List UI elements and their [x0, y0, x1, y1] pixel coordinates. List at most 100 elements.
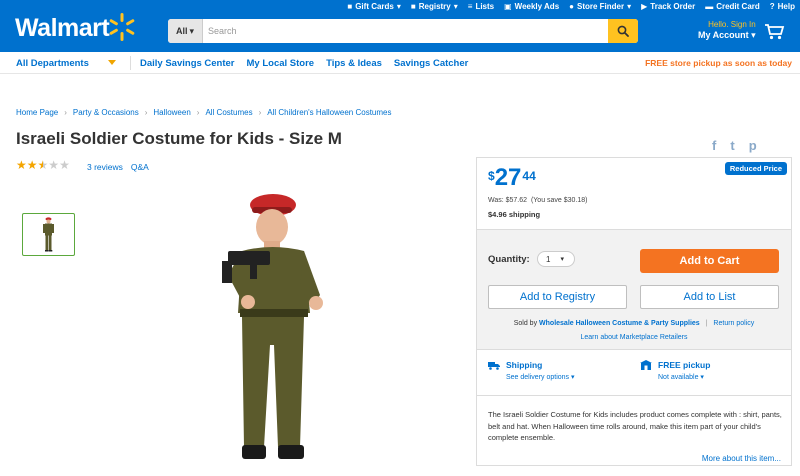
divider: | [705, 320, 708, 327]
registry-link[interactable]: ■ Registry ▾ [406, 0, 463, 12]
breadcrumb-separator: › [258, 108, 262, 117]
marketplace-link[interactable]: Learn about Marketplace Retailers [477, 334, 791, 341]
track-order-icon: ▶ [641, 1, 648, 11]
twitter-icon[interactable]: t [730, 138, 734, 153]
soldier-costume-product-image[interactable] [200, 185, 340, 465]
quantity-value: 1 [546, 254, 551, 264]
was-price-label: Was: $57.62 [488, 197, 528, 204]
account-menu[interactable]: Hello. Sign In My Account ▾ [698, 20, 756, 40]
account-label: My Account [698, 29, 749, 40]
caret-down-icon: ▾ [453, 1, 458, 11]
registry-icon: ■ [410, 1, 416, 11]
caret-down-icon: ▾ [698, 374, 704, 381]
walmart-logo[interactable]: Walmart [15, 14, 110, 43]
all-departments-menu[interactable]: All Departments [16, 58, 89, 69]
savings-catcher-link[interactable]: Savings Catcher [394, 58, 468, 69]
my-local-store-link[interactable]: My Local Store [247, 58, 315, 69]
search-button[interactable] [608, 19, 638, 43]
savings-label: (You save $30.18) [530, 197, 588, 204]
help-label: Help [777, 1, 795, 11]
search-input[interactable] [208, 19, 608, 43]
price-currency: $ [488, 169, 495, 183]
delivery-options-link[interactable]: See delivery options ▾ [506, 373, 575, 381]
help-icon: ? [769, 1, 775, 11]
reviews-link[interactable]: 3 reviews [87, 162, 123, 172]
sold-by: Sold by Wholesale Halloween Costume & Pa… [477, 320, 791, 327]
account-greeting: Hello. Sign In [708, 20, 756, 29]
add-to-cart-button[interactable]: Add to Cart [640, 249, 779, 273]
breadcrumb-halloween[interactable]: Halloween [153, 108, 190, 117]
reviews-links: 3 reviews Q&A [87, 162, 149, 172]
track-order-link[interactable]: ▶ Track Order [636, 0, 700, 12]
list-icon: ≡ [467, 1, 473, 11]
add-to-list-button[interactable]: Add to List [640, 285, 779, 309]
registry-label: Registry [418, 1, 451, 11]
breadcrumb-all-costumes[interactable]: All Costumes [205, 108, 252, 117]
help-link[interactable]: ? Help [765, 0, 800, 12]
seller-link[interactable]: Wholesale Halloween Costume & Party Supp… [539, 320, 700, 327]
product-description: The Israeli Soldier Costume for Kids inc… [477, 395, 791, 465]
track-order-label: Track Order [650, 1, 696, 11]
spark-logo-icon[interactable] [107, 12, 137, 42]
weekly-ads-label: Weekly Ads [514, 1, 560, 11]
star-half-icon: ★ [37, 158, 49, 172]
delivery-options-label: See delivery options [506, 374, 570, 381]
caret-down-icon: ▾ [189, 25, 195, 36]
star-full-icon: ★ [26, 158, 38, 172]
gift-card-icon: ■ [347, 1, 353, 11]
weekly-ads-icon: ▣ [504, 1, 512, 11]
pickup-option: FREE pickup Not available ▾ [640, 360, 710, 381]
credit-card-label: Credit Card [716, 1, 760, 11]
star-empty-icon: ★ [59, 158, 70, 172]
daily-savings-link[interactable]: Daily Savings Center [140, 58, 235, 69]
store-finder-label: Store Finder [576, 1, 625, 11]
add-to-registry-button[interactable]: Add to Registry [488, 285, 627, 309]
credit-card-icon: ▬ [705, 1, 714, 11]
return-policy-link[interactable]: Return policy [713, 320, 754, 327]
cart-icon[interactable] [765, 24, 785, 40]
search-icon [617, 25, 629, 37]
nav-links: Daily Savings Center My Local Store Tips… [140, 58, 468, 69]
search-department-label: All [175, 26, 188, 36]
pickup-availability-link[interactable]: Not available ▾ [658, 373, 710, 381]
breadcrumb-home[interactable]: Home Page [16, 108, 58, 117]
quantity-label: Quantity: [488, 254, 530, 265]
shipping-option: Shipping See delivery options ▾ [488, 360, 575, 381]
quantity-select[interactable]: 1 ▾ [537, 251, 575, 267]
caret-down-icon[interactable] [108, 60, 116, 65]
breadcrumb-children-costumes[interactable]: All Children's Halloween Costumes [267, 108, 391, 117]
purchase-panel: Quantity: 1 ▾ Add to Cart Add to Registr… [477, 229, 791, 350]
divider [130, 56, 131, 70]
description-text: The Israeli Soldier Costume for Kids inc… [488, 410, 782, 443]
breadcrumb: Home Page › Party & Occasions › Halloween ›… [16, 108, 391, 117]
share-links: f t p [712, 138, 757, 153]
buy-box: Reduced Price $ 27 44 Was: $57.62 (You s… [476, 157, 792, 466]
lists-link[interactable]: ≡ Lists [463, 0, 499, 12]
reduced-price-badge: Reduced Price [724, 162, 787, 175]
pickup-availability-label: Not available [658, 374, 699, 381]
pickup-promo-link[interactable]: FREE store pickup as soon as today [645, 58, 792, 68]
tips-ideas-link[interactable]: Tips & Ideas [326, 58, 382, 69]
soldier-costume-thumbnail-image [43, 217, 54, 252]
credit-card-link[interactable]: ▬ Credit Card [700, 0, 765, 12]
gift-cards-link[interactable]: ■ Gift Cards ▾ [342, 0, 406, 12]
breadcrumb-separator: › [196, 108, 200, 117]
product-price: $ 27 44 [488, 166, 536, 190]
breadcrumb-separator: › [64, 108, 67, 117]
star-empty-icon: ★ [48, 158, 60, 172]
gift-cards-label: Gift Cards [355, 1, 394, 11]
breadcrumb-party[interactable]: Party & Occasions [73, 108, 139, 117]
utility-nav: ■ Gift Cards ▾ ■ Registry ▾ ≡ Lists ▣ Weekly A… [342, 0, 800, 12]
pinterest-icon[interactable]: p [749, 138, 757, 153]
truck-icon [488, 361, 500, 370]
product-thumbnail[interactable] [22, 213, 75, 256]
star-rating[interactable]: ★★★★★ [16, 158, 70, 172]
was-price: Was: $57.62 (You save $30.18) [488, 197, 588, 204]
more-about-item-link[interactable]: More about this item... [702, 454, 781, 463]
qa-link[interactable]: Q&A [131, 162, 149, 172]
weekly-ads-link[interactable]: ▣ Weekly Ads [499, 0, 564, 12]
search-department-select[interactable]: All ▾ [168, 19, 203, 43]
price-dollars: 27 [494, 164, 522, 191]
store-finder-link[interactable]: ● Store Finder ▾ [564, 0, 636, 12]
facebook-icon[interactable]: f [712, 138, 716, 153]
